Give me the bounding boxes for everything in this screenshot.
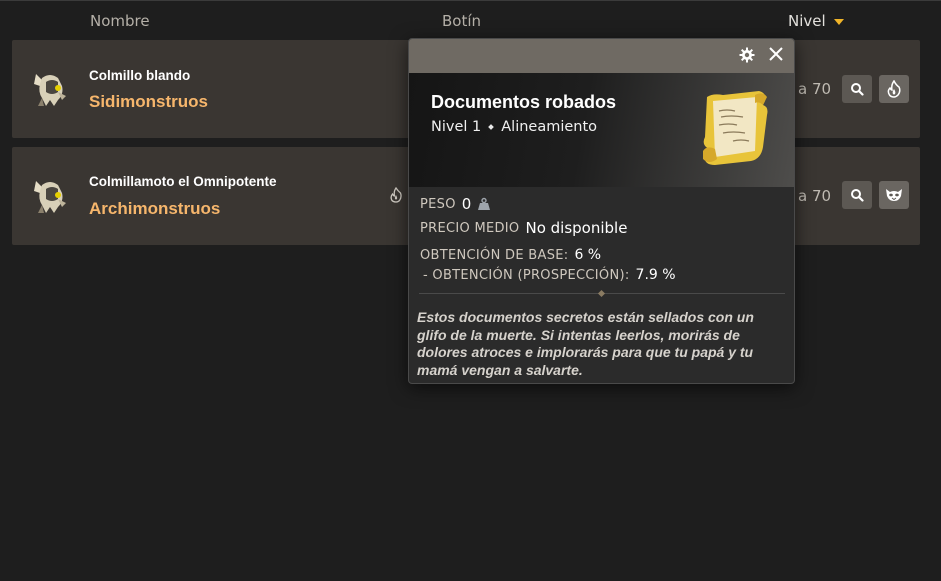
item-subtitle: Nivel 1 Alineamiento	[431, 119, 597, 135]
divider-ornament-icon	[597, 289, 606, 298]
monster-name[interactable]: Colmillo blando	[89, 68, 190, 83]
item-alignment: Alineamiento	[501, 119, 598, 135]
monster-portrait-icon	[34, 74, 66, 106]
prospect-drop-line: - OBTENCIÓN (PROSPECCIÓN): 7.9 %	[423, 267, 676, 283]
flame-button[interactable]	[879, 75, 909, 103]
item-tooltip[interactable]: Documentos robados Nivel 1 Alineamiento …	[408, 38, 795, 384]
monster-level: a 70	[798, 187, 832, 205]
flame-icon	[887, 80, 901, 98]
gear-icon[interactable]	[739, 47, 755, 63]
column-header-name[interactable]: Nombre	[90, 12, 150, 30]
monster-name[interactable]: Colmillamoto el Omnipotente	[89, 174, 277, 189]
monster-type: Sidimonstruos	[89, 92, 209, 111]
item-title: Documentos robados	[431, 92, 617, 112]
weight-value: 0	[461, 195, 472, 213]
search-button[interactable]	[842, 181, 872, 209]
column-header-level[interactable]: Nivel	[788, 12, 844, 30]
monster-portrait-icon	[34, 181, 66, 213]
mask-button[interactable]	[879, 181, 909, 209]
sort-caret-icon	[833, 19, 844, 25]
separator-dot-icon	[488, 124, 495, 130]
table-header: Nombre Botín Nivel	[0, 0, 941, 40]
monster-type: Archimonstruos	[89, 199, 221, 218]
price-value: No disponible	[525, 219, 628, 237]
monster-level: a 70	[798, 80, 832, 98]
search-button[interactable]	[842, 75, 872, 103]
tooltip-titlebar[interactable]	[409, 39, 794, 73]
base-drop-value: 6 %	[574, 247, 602, 263]
column-header-loot[interactable]: Botín	[442, 12, 481, 30]
column-header-level-label: Nivel	[788, 12, 826, 30]
weight-label: PESO	[420, 196, 456, 212]
item-level: Nivel 1	[431, 119, 482, 135]
search-icon	[851, 189, 864, 202]
weight-icon	[478, 197, 491, 210]
mask-icon	[886, 189, 902, 201]
search-icon	[851, 83, 864, 96]
price-line: PRECIO MEDIO No disponible	[420, 219, 627, 237]
base-drop-label: OBTENCIÓN DE BASE:	[420, 247, 569, 263]
close-icon[interactable]	[767, 45, 785, 63]
flame-small-icon	[390, 187, 402, 203]
prospect-drop-value: 7.9 %	[635, 267, 676, 283]
scroll-document-icon	[703, 91, 768, 165]
tooltip-header: Documentos robados Nivel 1 Alineamiento	[409, 73, 794, 187]
price-label: PRECIO MEDIO	[420, 220, 520, 236]
weight-line: PESO 0	[420, 195, 491, 213]
item-description: Estos documentos secretos están sellados…	[417, 309, 754, 378]
base-drop-line: OBTENCIÓN DE BASE: 6 %	[420, 247, 601, 263]
prospect-drop-label: - OBTENCIÓN (PROSPECCIÓN):	[423, 267, 630, 283]
